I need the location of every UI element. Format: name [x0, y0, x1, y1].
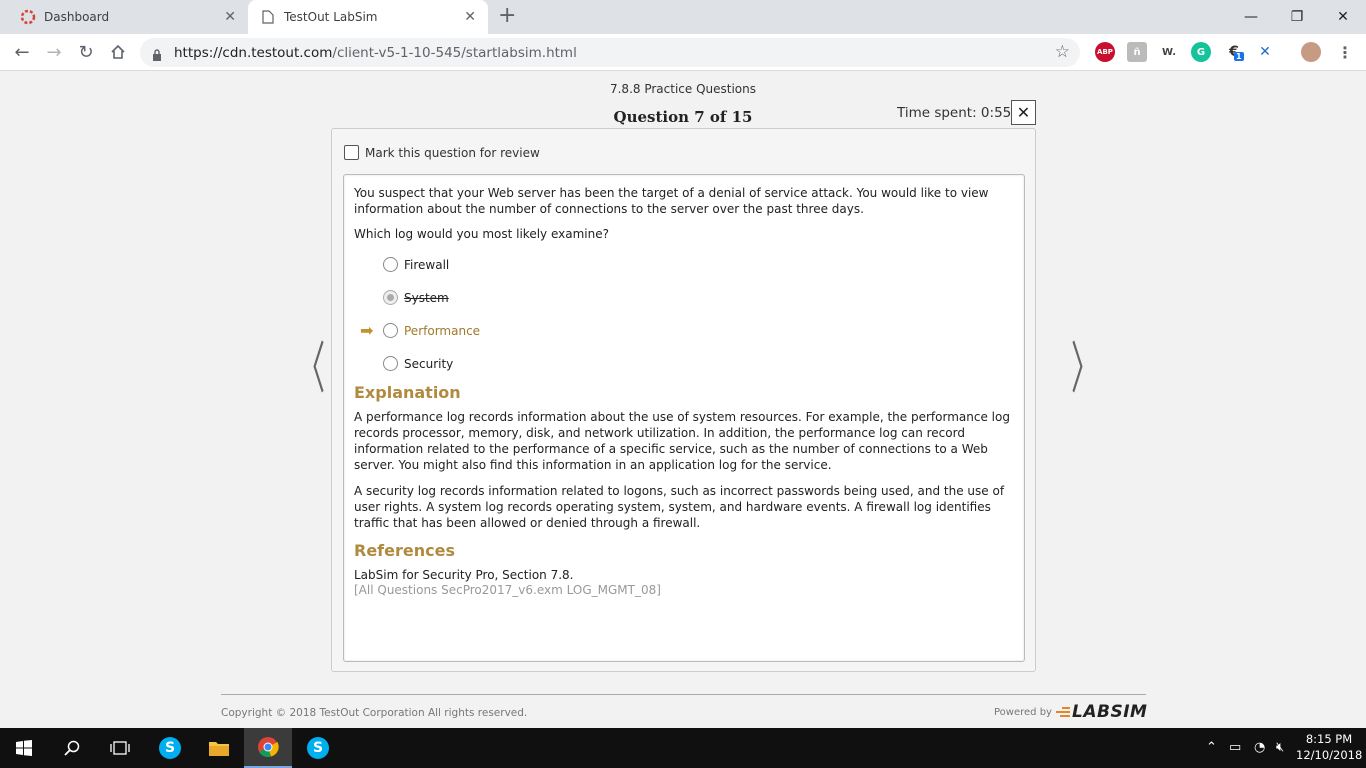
- window-close-icon[interactable]: ✕: [1320, 0, 1366, 34]
- references-heading: References: [354, 541, 455, 560]
- search-icon[interactable]: [48, 728, 96, 768]
- chrome-icon[interactable]: [244, 728, 292, 768]
- xtension-icon[interactable]: ✕: [1255, 42, 1275, 62]
- home-icon[interactable]: [104, 38, 132, 66]
- option-label: System: [404, 290, 449, 305]
- browser-tab-strip: Dashboard ✕ TestOut LabSim ✕ + — ❐ ✕: [0, 0, 1366, 34]
- profile-avatar[interactable]: [1301, 42, 1321, 62]
- skype-icon[interactable]: S: [146, 728, 194, 768]
- extension-badge-count: 1: [1234, 52, 1244, 61]
- time-spent: Time spent: 0:55: [897, 105, 1012, 121]
- correct-answer-arrow-icon: ➡: [360, 321, 374, 340]
- tab-dashboard[interactable]: Dashboard ✕: [8, 0, 249, 34]
- show-hidden-icons-icon[interactable]: ⌃: [1206, 740, 1217, 755]
- windows-start-icon[interactable]: [0, 728, 48, 768]
- radio-button[interactable]: [383, 323, 398, 338]
- minimize-icon[interactable]: —: [1228, 0, 1274, 34]
- option-label: Security: [404, 356, 454, 371]
- labsim-logo: LABSIM: [1056, 702, 1147, 722]
- radio-button[interactable]: [383, 356, 398, 371]
- copyright: Copyright © 2018 TestOut Corporation All…: [221, 707, 528, 719]
- restore-icon[interactable]: ❐: [1274, 0, 1320, 34]
- battery-icon[interactable]: ▭: [1229, 740, 1241, 755]
- previous-question-icon[interactable]: 〈: [297, 342, 325, 398]
- question-number: Question 7 of 15: [613, 108, 753, 126]
- forward-icon[interactable]: →: [40, 38, 68, 66]
- tab-testout-labsim[interactable]: TestOut LabSim ✕: [248, 0, 488, 34]
- back-icon[interactable]: ←: [8, 38, 36, 66]
- close-tab-icon[interactable]: ✕: [224, 9, 236, 25]
- clock-date: 12/10/2018: [1296, 748, 1363, 762]
- question-content: You suspect that your Web server has bee…: [343, 174, 1025, 662]
- labsim-logo-icon: [1056, 706, 1070, 718]
- page-favicon-icon: [260, 9, 276, 25]
- mark-review-checkbox[interactable]: [344, 145, 359, 160]
- option-performance[interactable]: Performance: [383, 323, 480, 338]
- mark-review[interactable]: Mark this question for review: [344, 145, 540, 160]
- url-text: https://cdn.testout.com/client-v5-1-10-5…: [174, 45, 577, 61]
- volume-muted-icon[interactable]: 🔇︎: [1276, 740, 1284, 755]
- close-exam-button[interactable]: ✕: [1011, 100, 1036, 125]
- skype-business-icon[interactable]: S: [294, 728, 342, 768]
- new-tab-icon[interactable]: +: [498, 5, 516, 27]
- bookmark-star-icon[interactable]: ☆: [1055, 42, 1070, 62]
- explanation-paragraph: A security log records information relat…: [354, 484, 1005, 530]
- question-text: You suspect that your Web server has bee…: [354, 186, 989, 216]
- option-label: Firewall: [404, 257, 450, 272]
- radio-button[interactable]: [383, 257, 398, 272]
- dashboard-favicon-icon: [20, 9, 36, 25]
- labsim-logo-text: LABSIM: [1072, 702, 1148, 722]
- reload-icon[interactable]: ↻: [72, 38, 100, 66]
- menu-kebab-icon[interactable]: ⋮: [1335, 42, 1355, 62]
- labsim-page: 7.8.8 Practice Questions Question 7 of 1…: [0, 72, 1366, 728]
- option-label: Performance: [404, 323, 481, 338]
- wikiwand-icon[interactable]: W.: [1159, 42, 1179, 62]
- browser-toolbar: ← → ↻ https://cdn.testout.com/client-v5-…: [0, 34, 1366, 71]
- lock-icon: [152, 46, 162, 65]
- powered-by: Powered by: [994, 707, 1052, 718]
- option-security[interactable]: Security: [383, 356, 453, 371]
- reference-text: LabSim for Security Pro, Section 7.8.: [354, 568, 574, 582]
- extension-icon[interactable]: ñ: [1127, 42, 1147, 62]
- address-bar[interactable]: https://cdn.testout.com/client-v5-1-10-5…: [140, 38, 1080, 67]
- taskbar-clock[interactable]: 8:15 PM 12/10/2018: [1296, 731, 1362, 763]
- exam-title: 7.8.8 Practice Questions: [609, 82, 756, 96]
- footer-divider: [221, 694, 1146, 695]
- explanation-paragraph: A performance log records information ab…: [354, 410, 1010, 472]
- next-question-icon[interactable]: 〉: [1071, 342, 1099, 398]
- question-prompt: Which log would you most likely examine?: [354, 227, 609, 241]
- radio-button[interactable]: [383, 290, 398, 305]
- task-view-icon[interactable]: [96, 728, 144, 768]
- windows-taskbar: S S ⌃ ▭ ◔ 🔇︎ 8:15 PM 12/10/2018: [0, 728, 1366, 768]
- reference-id: [All Questions SecPro2017_v6.exm LOG_MGM…: [354, 583, 661, 597]
- file-explorer-icon[interactable]: [195, 728, 243, 768]
- tab-title: TestOut LabSim: [284, 10, 378, 24]
- question-panel: Mark this question for review You suspec…: [331, 128, 1036, 672]
- tab-title: Dashboard: [44, 10, 110, 24]
- explanation-heading: Explanation: [354, 383, 461, 402]
- mark-review-label: Mark this question for review: [365, 145, 540, 160]
- clock-time: 8:15 PM: [1305, 732, 1353, 746]
- extension-badge-icon[interactable]: € 1: [1224, 42, 1244, 62]
- option-system[interactable]: System: [383, 290, 449, 305]
- close-tab-icon[interactable]: ✕: [464, 9, 476, 25]
- adblock-plus-icon[interactable]: ABP: [1095, 42, 1115, 62]
- option-firewall[interactable]: Firewall: [383, 257, 449, 272]
- wifi-icon[interactable]: ◔: [1254, 740, 1265, 755]
- grammarly-icon[interactable]: G: [1191, 42, 1211, 62]
